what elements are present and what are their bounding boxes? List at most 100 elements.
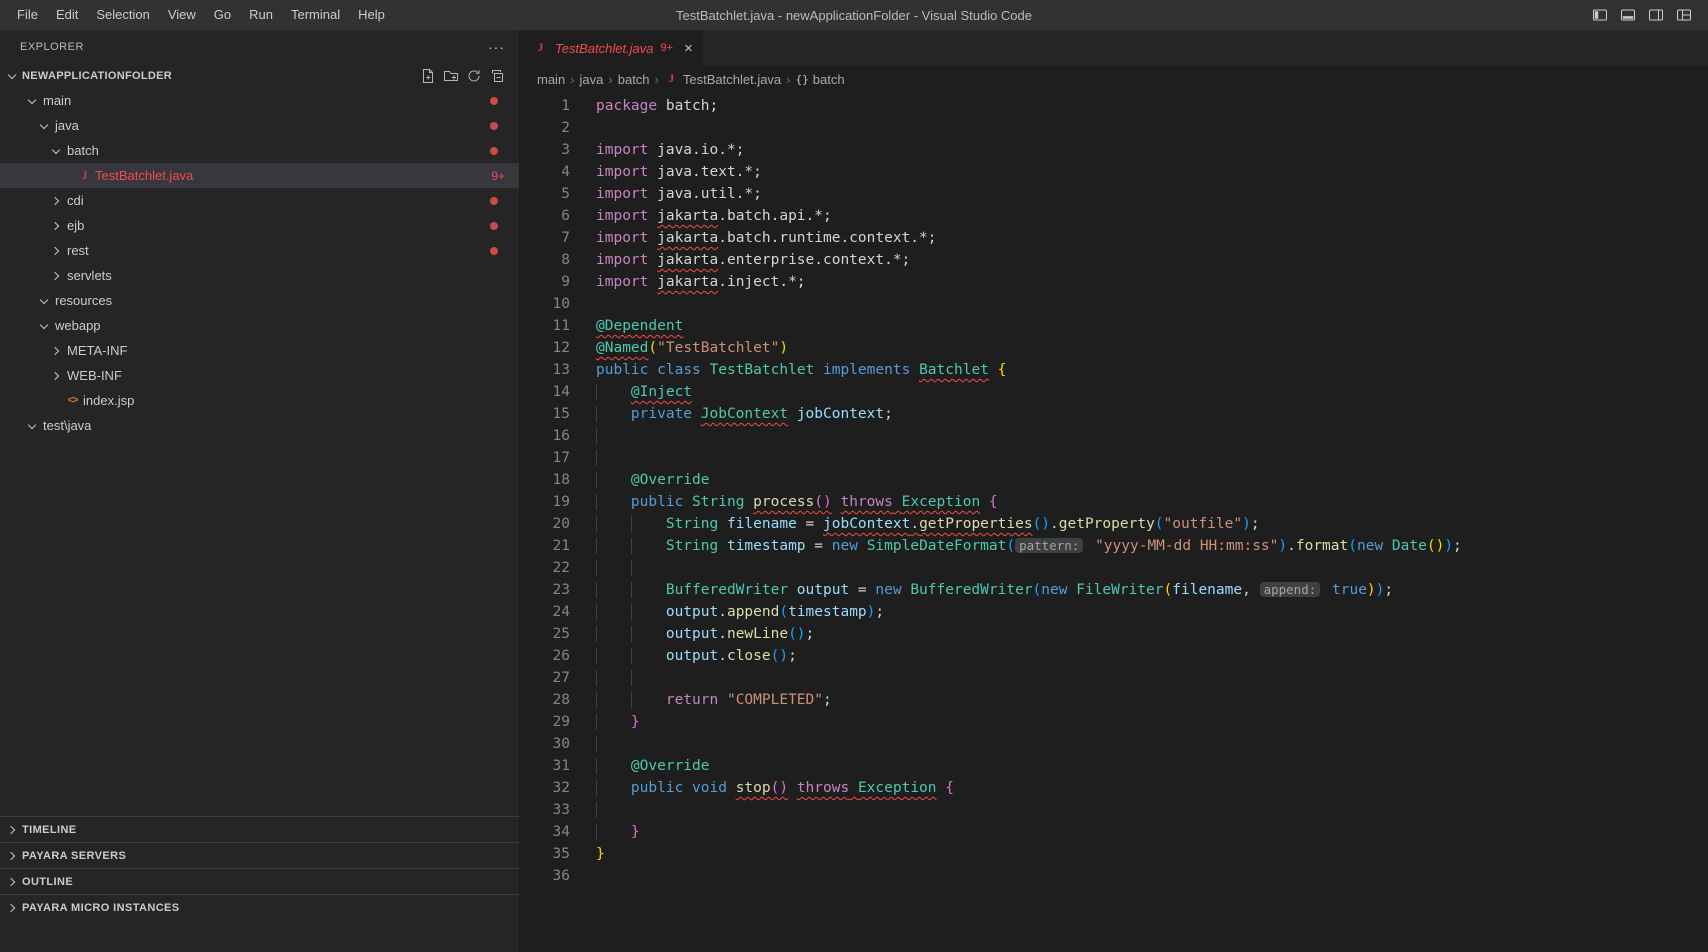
line-number[interactable]: 15: [520, 403, 570, 425]
code-line-2[interactable]: 2: [520, 117, 1708, 139]
code-line-33[interactable]: 33: [520, 799, 1708, 821]
menu-go[interactable]: Go: [205, 0, 240, 30]
code-line-3[interactable]: 3import java.io.*;: [520, 139, 1708, 161]
line-number[interactable]: 23: [520, 579, 570, 601]
code-line-7[interactable]: 7import jakarta.batch.runtime.context.*;: [520, 227, 1708, 249]
code-line-30[interactable]: 30: [520, 733, 1708, 755]
line-number[interactable]: 27: [520, 667, 570, 689]
menu-run[interactable]: Run: [240, 0, 282, 30]
line-number[interactable]: 5: [520, 183, 570, 205]
tree-item-test-java[interactable]: test\java: [0, 413, 519, 438]
line-number[interactable]: 1: [520, 95, 570, 117]
line-number[interactable]: 21: [520, 535, 570, 557]
tree-item-servlets[interactable]: servlets: [0, 263, 519, 288]
line-number[interactable]: 2: [520, 117, 570, 139]
code-line-29[interactable]: 29 }: [520, 711, 1708, 733]
code-line-24[interactable]: 24 output.append(timestamp);: [520, 601, 1708, 623]
code-line-20[interactable]: 20 String filename = jobContext.getPrope…: [520, 513, 1708, 535]
line-number[interactable]: 7: [520, 227, 570, 249]
code-line-27[interactable]: 27: [520, 667, 1708, 689]
line-number[interactable]: 20: [520, 513, 570, 535]
code-line-12[interactable]: 12@Named("TestBatchlet"): [520, 337, 1708, 359]
line-number[interactable]: 3: [520, 139, 570, 161]
code-line-26[interactable]: 26 output.close();: [520, 645, 1708, 667]
code-line-28[interactable]: 28 return "COMPLETED";: [520, 689, 1708, 711]
close-tab-icon[interactable]: ×: [684, 41, 693, 56]
line-number[interactable]: 30: [520, 733, 570, 755]
line-number[interactable]: 4: [520, 161, 570, 183]
line-number[interactable]: 35: [520, 843, 570, 865]
code-line-32[interactable]: 32 public void stop() throws Exception {: [520, 777, 1708, 799]
menu-selection[interactable]: Selection: [87, 0, 158, 30]
line-number[interactable]: 9: [520, 271, 570, 293]
code-line-16[interactable]: 16: [520, 425, 1708, 447]
line-number[interactable]: 33: [520, 799, 570, 821]
line-number[interactable]: 32: [520, 777, 570, 799]
line-number[interactable]: 25: [520, 623, 570, 645]
breadcrumb-item-testbatchlet-java[interactable]: JTestBatchlet.java: [664, 72, 781, 87]
tree-item-java[interactable]: java: [0, 113, 519, 138]
code-line-9[interactable]: 9import jakarta.inject.*;: [520, 271, 1708, 293]
panel-outline[interactable]: OUTLINE: [0, 868, 519, 894]
line-number[interactable]: 10: [520, 293, 570, 315]
line-number[interactable]: 29: [520, 711, 570, 733]
code-line-34[interactable]: 34 }: [520, 821, 1708, 843]
collapse-folders-icon[interactable]: [489, 68, 505, 84]
line-number[interactable]: 16: [520, 425, 570, 447]
line-number[interactable]: 13: [520, 359, 570, 381]
line-number[interactable]: 24: [520, 601, 570, 623]
code-line-8[interactable]: 8import jakarta.enterprise.context.*;: [520, 249, 1708, 271]
menu-file[interactable]: File: [8, 0, 47, 30]
line-number[interactable]: 17: [520, 447, 570, 469]
line-number[interactable]: 14: [520, 381, 570, 403]
breadcrumb-item-batch[interactable]: batch: [618, 72, 650, 87]
code-line-15[interactable]: 15 private JobContext jobContext;: [520, 403, 1708, 425]
tree-item-batch[interactable]: batch: [0, 138, 519, 163]
code-line-36[interactable]: 36: [520, 865, 1708, 887]
line-number[interactable]: 11: [520, 315, 570, 337]
code-line-22[interactable]: 22: [520, 557, 1708, 579]
line-number[interactable]: 22: [520, 557, 570, 579]
tree-item-web-inf[interactable]: WEB-INF: [0, 363, 519, 388]
customize-layout-icon[interactable]: [1676, 7, 1692, 23]
menu-edit[interactable]: Edit: [47, 0, 87, 30]
refresh-explorer-icon[interactable]: [466, 68, 482, 84]
toggle-sidebar-icon[interactable]: [1592, 7, 1608, 23]
tree-item-ejb[interactable]: ejb: [0, 213, 519, 238]
toggle-secondary-sidebar-icon[interactable]: [1648, 7, 1664, 23]
section-header-newapplicationfolder[interactable]: NEWAPPLICATIONFOLDER: [0, 64, 519, 88]
code-line-17[interactable]: 17: [520, 447, 1708, 469]
line-number[interactable]: 8: [520, 249, 570, 271]
menu-view[interactable]: View: [159, 0, 205, 30]
code-line-10[interactable]: 10: [520, 293, 1708, 315]
code-line-21[interactable]: 21 String timestamp = new SimpleDateForm…: [520, 535, 1708, 557]
code-line-19[interactable]: 19 public String process() throws Except…: [520, 491, 1708, 513]
code-line-4[interactable]: 4import java.text.*;: [520, 161, 1708, 183]
tree-item-resources[interactable]: resources: [0, 288, 519, 313]
line-number[interactable]: 36: [520, 865, 570, 887]
code-line-23[interactable]: 23 BufferedWriter output = new BufferedW…: [520, 579, 1708, 601]
tree-item-index-jsp[interactable]: <>index.jsp: [0, 388, 519, 413]
tree-item-webapp[interactable]: webapp: [0, 313, 519, 338]
code-line-18[interactable]: 18 @Override: [520, 469, 1708, 491]
toggle-panel-icon[interactable]: [1620, 7, 1636, 23]
breadcrumb-item-batch[interactable]: {}batch: [796, 72, 845, 87]
breadcrumb-item-main[interactable]: main: [537, 72, 565, 87]
line-number[interactable]: 12: [520, 337, 570, 359]
code-line-11[interactable]: 11@Dependent: [520, 315, 1708, 337]
tab-testbatchlet-java[interactable]: J TestBatchlet.java 9+ ×: [520, 30, 703, 66]
panel-payara-micro-instances[interactable]: PAYARA MICRO INSTANCES: [0, 894, 519, 920]
menu-terminal[interactable]: Terminal: [282, 0, 349, 30]
panel-timeline[interactable]: TIMELINE: [0, 816, 519, 842]
code-line-25[interactable]: 25 output.newLine();: [520, 623, 1708, 645]
line-number[interactable]: 28: [520, 689, 570, 711]
tree-item-meta-inf[interactable]: META-INF: [0, 338, 519, 363]
code-line-6[interactable]: 6import jakarta.batch.api.*;: [520, 205, 1708, 227]
line-number[interactable]: 34: [520, 821, 570, 843]
line-number[interactable]: 19: [520, 491, 570, 513]
code-line-31[interactable]: 31 @Override: [520, 755, 1708, 777]
new-file-icon[interactable]: [420, 68, 436, 84]
code-line-13[interactable]: 13public class TestBatchlet implements B…: [520, 359, 1708, 381]
code-line-14[interactable]: 14 @Inject: [520, 381, 1708, 403]
tree-item-rest[interactable]: rest: [0, 238, 519, 263]
